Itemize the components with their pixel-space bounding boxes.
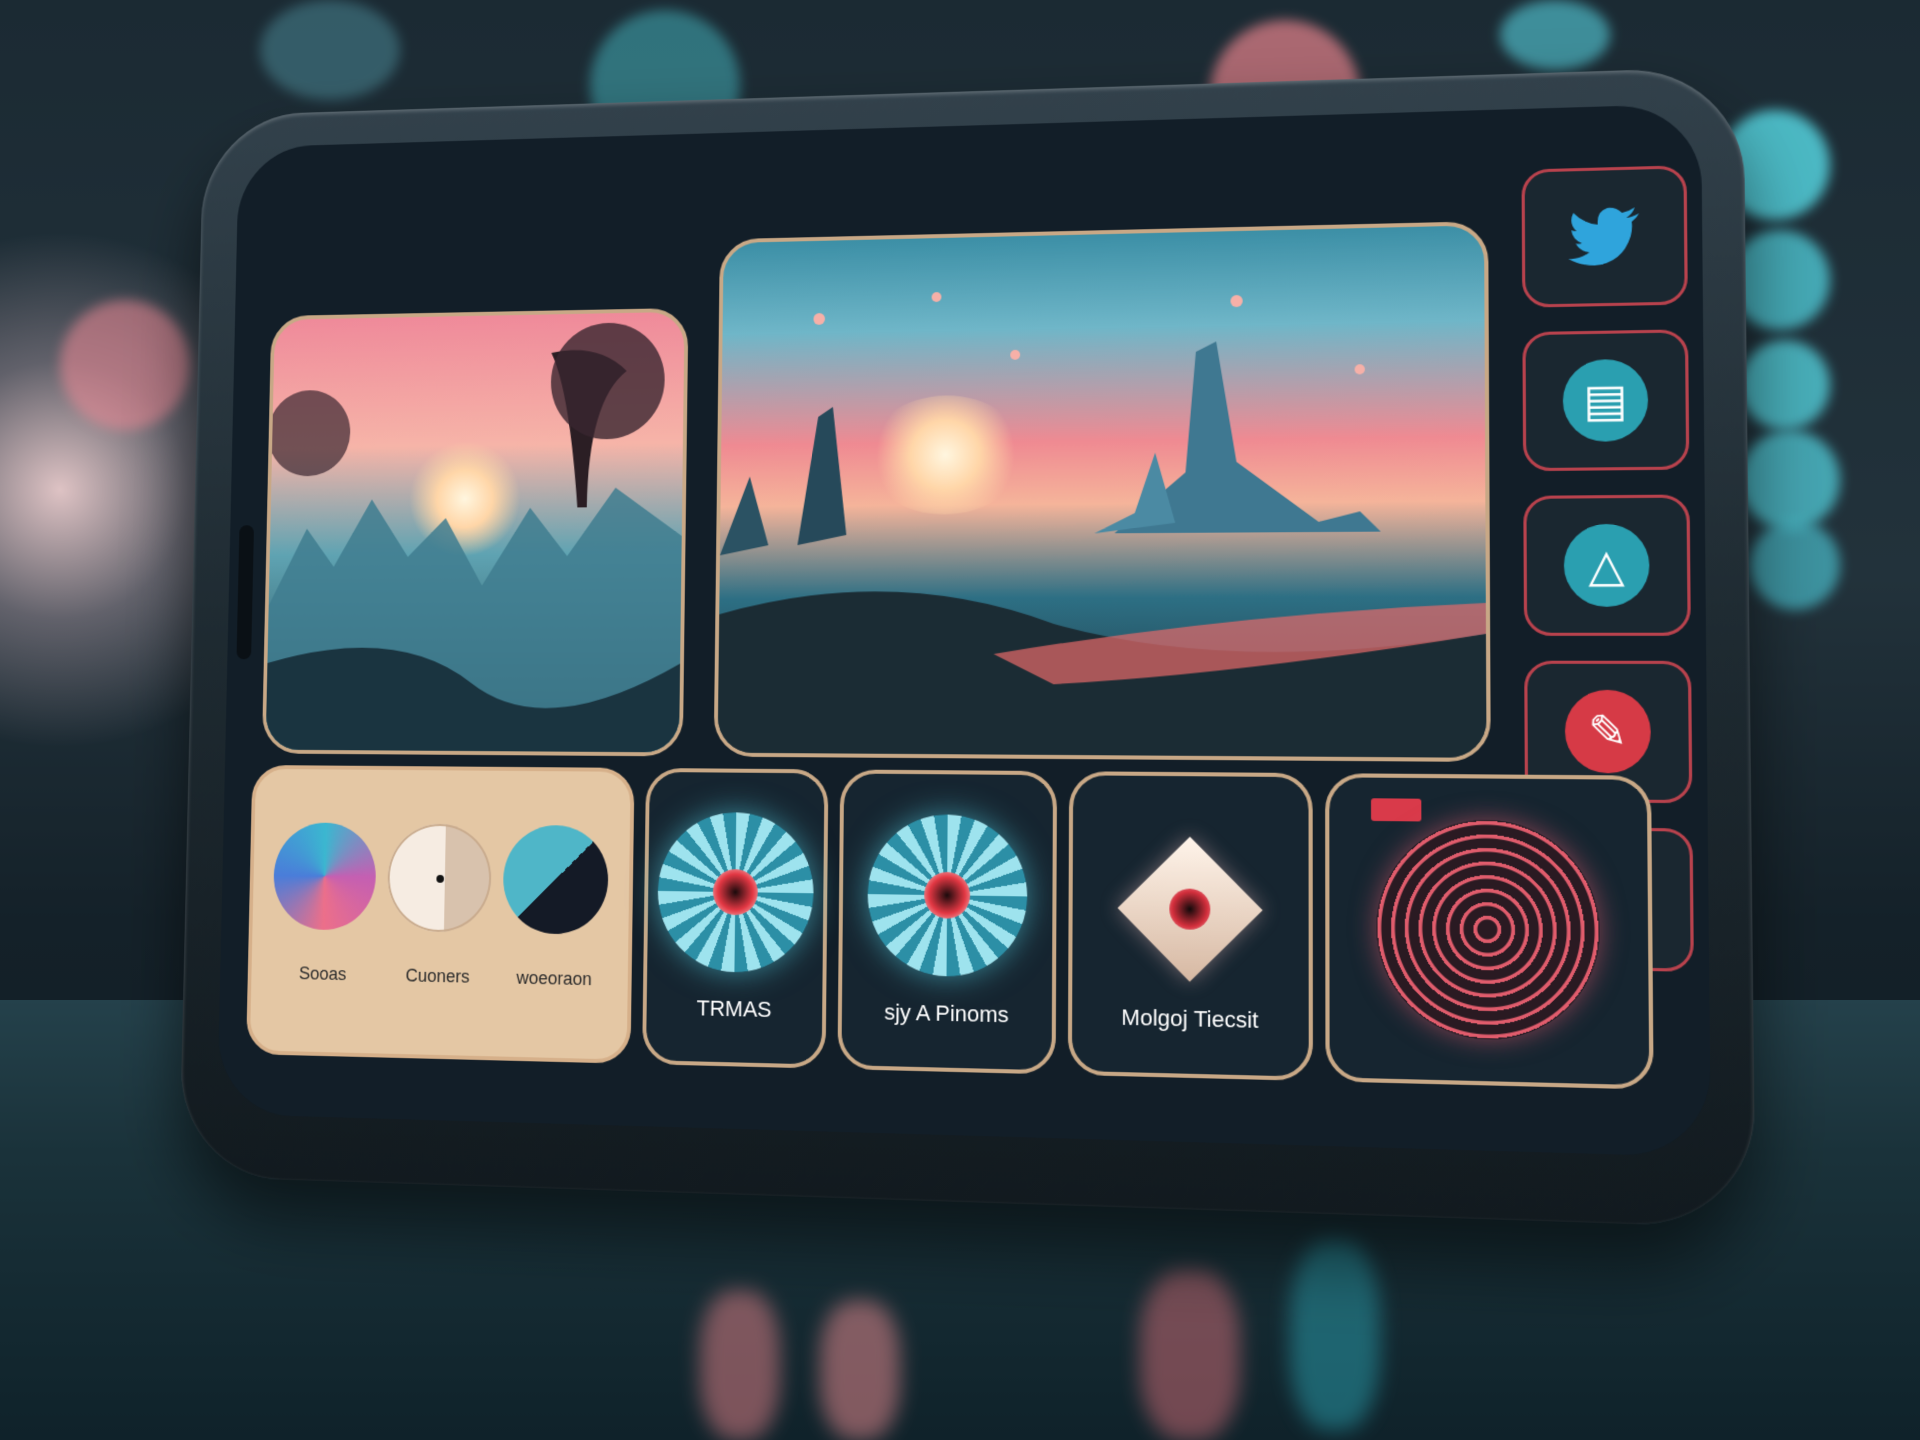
shape-icon: △ <box>1563 523 1650 607</box>
floor-reflection <box>1290 1240 1380 1430</box>
bokeh-light <box>1740 430 1840 530</box>
effect-tile-molgoj[interactable]: Molgoj Tiecsit <box>1067 771 1313 1082</box>
front-camera <box>236 525 255 660</box>
dial-graphic <box>656 811 815 974</box>
dial-center <box>712 868 758 916</box>
effect-tile-trmas[interactable]: TRMAS <box>642 767 829 1069</box>
bokeh-light <box>1500 0 1610 70</box>
phone-device: ▤ △ ✎ ⁘ Sooas Cuoners <box>178 66 1756 1229</box>
rail-button-gallery[interactable]: ▤ <box>1522 329 1690 472</box>
photo-main-landscape[interactable] <box>713 221 1491 762</box>
record-tile[interactable] <box>1325 773 1654 1090</box>
rail-button-shape[interactable]: △ <box>1523 494 1691 636</box>
tile-label: TRMAS <box>696 995 772 1023</box>
floor-reflection <box>820 1300 900 1440</box>
pen-icon: ✎ <box>1564 689 1652 774</box>
dial-graphic <box>866 813 1028 978</box>
phone-screen: ▤ △ ✎ ⁘ Sooas Cuoners <box>217 103 1711 1158</box>
rail-button-twitter[interactable] <box>1521 165 1688 308</box>
effect-tile-pinoms[interactable]: sjy A Pinoms <box>837 769 1058 1075</box>
gallery-icon: ▤ <box>1562 358 1649 443</box>
tile-label: Molgoj Tiecsit <box>1121 1004 1259 1034</box>
landscape-illustration <box>265 321 683 753</box>
tile-label: sjy A Pinoms <box>884 999 1009 1028</box>
filter-swatch-sooas[interactable] <box>272 822 377 931</box>
diamond-eye <box>1160 880 1219 939</box>
bokeh-light <box>260 0 400 100</box>
bird-icon <box>1562 195 1647 279</box>
swatch-dot <box>436 874 445 883</box>
bokeh-light <box>1750 520 1840 610</box>
landscape-illustration <box>717 292 1487 758</box>
filter-label: woeoraon <box>516 967 592 990</box>
bokeh-light <box>1740 340 1830 430</box>
bird-icon-glyph <box>1568 207 1640 267</box>
filter-swatch-woeoraon[interactable] <box>502 824 609 935</box>
filter-label: Cuoners <box>405 965 470 987</box>
floor-reflection <box>1140 1270 1240 1440</box>
record-rings <box>1376 818 1601 1042</box>
diamond-graphic <box>1117 836 1263 982</box>
bokeh-light <box>60 300 190 430</box>
filter-swatch-cuoners[interactable] <box>386 823 492 933</box>
filter-label: Sooas <box>298 963 347 985</box>
photo-thumbnail-sunset[interactable] <box>261 307 689 757</box>
scene: ▤ △ ✎ ⁘ Sooas Cuoners <box>0 0 1920 1440</box>
filter-panel: Sooas Cuoners woeoraon <box>246 764 635 1064</box>
dial-center <box>924 871 971 919</box>
record-badge <box>1370 798 1422 822</box>
floor-reflection <box>700 1290 780 1440</box>
